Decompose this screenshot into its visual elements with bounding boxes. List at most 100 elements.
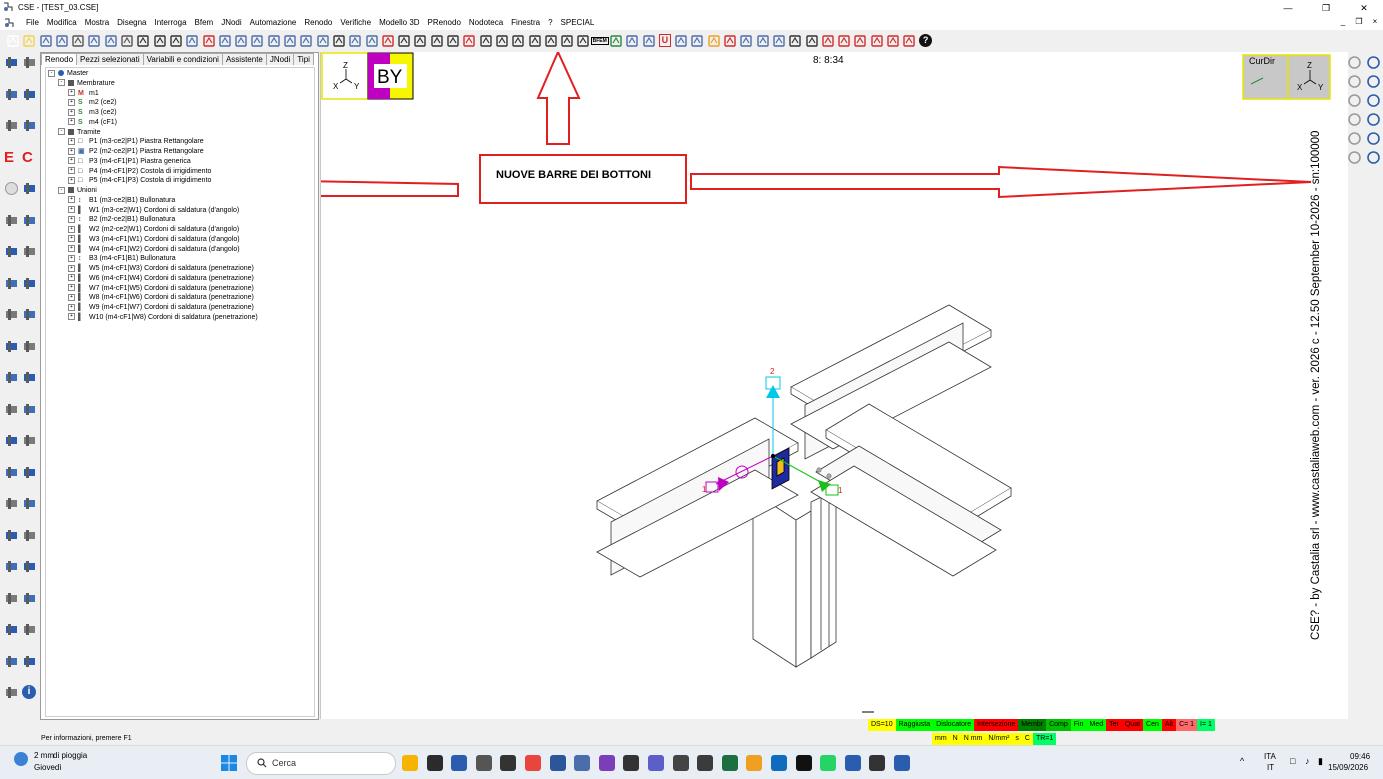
rotate-button[interactable] — [234, 34, 248, 48]
tab-renodo[interactable]: Renodo — [41, 53, 78, 65]
expander-icon[interactable]: + — [68, 176, 75, 184]
tool-button-19[interactable] — [4, 339, 19, 354]
tab-tipi[interactable]: Tipi — [293, 53, 314, 65]
tree-node[interactable]: - Membrature — [58, 79, 115, 88]
tool-button-1[interactable] — [4, 55, 19, 70]
status-cell[interactable]: Med — [1086, 719, 1107, 731]
plate-button[interactable] — [756, 34, 770, 48]
chrome-icon[interactable] — [525, 755, 541, 771]
tree-node[interactable]: - Master — [48, 69, 88, 78]
tree-node[interactable]: + ▌ W5 (m4-cF1|W3) Cordoni di saldatura (p… — [68, 264, 254, 273]
doc-restore-button[interactable]: ❐ — [1351, 17, 1367, 26]
menu-nodoteca[interactable]: Nodoteca — [465, 18, 507, 28]
word-icon[interactable] — [549, 755, 566, 771]
tree-node[interactable]: + □ P1 (m3-ce2|P1) Piastra Rettangolare — [68, 137, 204, 146]
tab-assistente[interactable]: Assistente — [221, 53, 267, 65]
tree-node[interactable]: + ▌ W9 (m4-cF1|W7) Cordoni di saldatura (p… — [68, 303, 254, 312]
save-button[interactable] — [39, 34, 53, 48]
paste-button[interactable] — [104, 34, 118, 48]
tool-button-12[interactable] — [22, 213, 37, 228]
tool-button-29[interactable] — [4, 496, 19, 511]
app-icon[interactable] — [697, 755, 714, 771]
tool-button-37[interactable] — [4, 622, 19, 637]
status-cell[interactable]: Raggiusta — [895, 719, 934, 731]
expander-icon[interactable]: + — [68, 137, 75, 145]
tool-button-11[interactable] — [4, 213, 19, 228]
status-cell[interactable]: s — [1012, 733, 1022, 745]
expander-icon[interactable]: + — [68, 284, 75, 292]
zoom-out-button[interactable] — [430, 34, 444, 48]
viewport-3d[interactable]: Z X Y BY 8: 8:34 CurDir Z X Y NUOVE BARR… — [320, 52, 1348, 719]
tree-node[interactable]: + □ P3 (m4-cF1|P1) Piastra generica — [68, 157, 191, 166]
cube-button[interactable] — [348, 34, 362, 48]
bracket3-button[interactable] — [870, 34, 884, 48]
wrench-button[interactable] — [642, 34, 656, 48]
menu-help[interactable]: ? — [544, 18, 556, 28]
app-icon[interactable] — [451, 755, 468, 771]
orbit-button[interactable] — [495, 34, 509, 48]
tool-button-34[interactable] — [22, 559, 37, 574]
tab-pezzi-selezionati[interactable]: Pezzi selezionati — [76, 53, 144, 65]
tree-node[interactable]: + □ P5 (m4-cF1|P3) Costola di irrigidiment… — [68, 176, 211, 185]
tree-node[interactable]: + ▌ W10 (m4-cF1|W8) Cordoni di saldatura (… — [68, 313, 258, 322]
tree-node[interactable]: + Mm1 — [68, 89, 99, 98]
right-tool-button-3[interactable] — [1347, 74, 1362, 89]
star-button[interactable] — [739, 34, 753, 48]
status-cell[interactable]: TR=1 — [1032, 733, 1057, 745]
tool-button-6[interactable] — [22, 118, 37, 133]
expander-icon[interactable]: + — [68, 196, 75, 204]
tool-button-22[interactable] — [22, 370, 37, 385]
maximize-button[interactable]: ❐ — [1307, 0, 1345, 16]
eye5-button[interactable] — [576, 34, 590, 48]
menu-special[interactable]: SPECIAL — [557, 18, 599, 28]
status-cell[interactable]: N/mm² — [985, 733, 1013, 745]
expander-icon[interactable]: + — [68, 215, 75, 223]
expander-icon[interactable]: + — [68, 157, 75, 165]
expander-icon[interactable]: + — [68, 206, 75, 214]
menu-bfem[interactable]: Bfem — [191, 18, 218, 28]
axis-left-button[interactable] — [299, 34, 313, 48]
tool-button-27[interactable] — [4, 465, 19, 480]
help-button[interactable]: ? — [919, 34, 933, 48]
tool-button-28[interactable] — [22, 465, 37, 480]
tree-node[interactable]: + ▌ W3 (m4-cF1|W1) Cordoni di saldatura (d… — [68, 235, 240, 244]
expander-icon[interactable]: + — [68, 245, 75, 253]
app-icon[interactable] — [475, 755, 492, 771]
menu-verifiche[interactable]: Verifiche — [336, 18, 375, 28]
tree-node[interactable]: + ↕ B3 (m4-cF1|B1) Bullonatura — [68, 254, 176, 263]
status-cell[interactable]: Quat — [1121, 719, 1144, 731]
status-cell[interactable]: DS=10 — [868, 719, 896, 731]
expander-icon[interactable]: + — [68, 98, 75, 106]
section-button[interactable] — [381, 34, 395, 48]
expander-icon[interactable]: - — [48, 69, 55, 77]
doc-close-button[interactable]: × — [1367, 17, 1383, 26]
camera-button[interactable] — [71, 34, 85, 48]
tree-node[interactable]: + ▌ W4 (m4-cF1|W2) Cordoni di saldatura (d… — [68, 245, 240, 254]
right-tool-button-9[interactable] — [1347, 131, 1362, 146]
menu-file[interactable]: File — [22, 18, 43, 28]
status-cell[interactable]: Membr — [1018, 719, 1047, 731]
status-cell[interactable]: mm — [932, 733, 950, 745]
tool-button-4[interactable] — [22, 87, 37, 102]
right-tool-button-10[interactable] — [1366, 131, 1381, 146]
axis-right-button[interactable] — [316, 34, 330, 48]
cse-icon[interactable] — [844, 755, 861, 771]
tool-button-10[interactable] — [22, 181, 37, 196]
clock-time[interactable]: 09:46 — [1350, 752, 1370, 761]
minimize-button[interactable]: — — [1269, 0, 1307, 16]
right-tool-button-4[interactable] — [1366, 74, 1381, 89]
zoom-extents-button[interactable] — [462, 34, 476, 48]
tree-node[interactable]: + ▌ W2 (m2-ce2|W1) Cordoni di saldatura (d… — [68, 225, 239, 234]
copy-button[interactable] — [87, 34, 101, 48]
menu-modifica[interactable]: Modifica — [43, 18, 81, 28]
tree-node[interactable]: + Sm3 (ce2) — [68, 108, 117, 117]
menu-finestra[interactable]: Finestra — [507, 18, 544, 28]
cse-active-icon[interactable] — [894, 755, 910, 771]
bracket-button[interactable] — [821, 34, 835, 48]
app-icon[interactable] — [672, 755, 689, 771]
bracket-q-button[interactable] — [853, 34, 867, 48]
tab-variabili-e-condizioni[interactable]: Variabili e condizioni — [142, 53, 223, 65]
view-by-button[interactable]: BY — [367, 52, 414, 100]
tool-button-18[interactable] — [22, 307, 37, 322]
beam-button[interactable] — [805, 34, 819, 48]
